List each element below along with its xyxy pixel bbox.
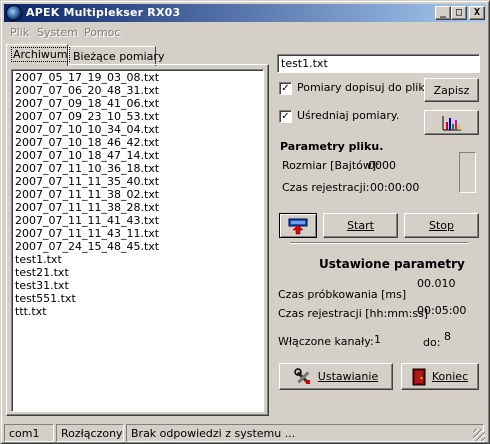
list-item[interactable]: 2007_07_09_18_41_06.txt [15, 97, 263, 110]
divider [290, 242, 468, 244]
list-item[interactable]: 2007_07_09_23_10_53.txt [15, 110, 263, 123]
file-size-label: Rozmiar [Bajtów]: [282, 159, 380, 172]
registration-time-label: Czas rejestracji [hh:mm:ss] [278, 307, 429, 320]
filename-input[interactable]: test1.txt [277, 54, 480, 73]
list-item[interactable]: test31.txt [15, 279, 263, 292]
exit-button-label: Koniec [431, 370, 469, 383]
list-item[interactable]: test21.txt [15, 266, 263, 279]
list-item[interactable]: 2007_07_11_11_43_11.txt [15, 227, 263, 240]
close-button[interactable]: X [469, 6, 485, 20]
archive-panel: 2007_05_17_19_03_08.txt 2007_07_06_20_48_… [6, 64, 269, 416]
menu-plik[interactable]: Plik [10, 26, 29, 39]
load-arrow-icon [288, 218, 308, 234]
list-item[interactable]: 2007_07_11_11_38_02.txt [15, 188, 263, 201]
list-item[interactable]: 2007_07_10_18_46_42.txt [15, 136, 263, 149]
list-item[interactable]: 2007_07_11_11_35_40.txt [15, 175, 263, 188]
minimize-button[interactable]: _ [435, 6, 451, 20]
file-params-heading: Parametry pliku. [280, 140, 384, 153]
tab-biezace-pomiary[interactable]: Bieżące pomiary [68, 46, 164, 66]
settings-heading: Ustawione parametry [319, 257, 465, 271]
list-item[interactable]: 2007_05_17_19_03_08.txt [15, 71, 263, 84]
save-button-label: Zapisz [433, 83, 470, 97]
tab-archiwum-label: Archiwum [11, 47, 70, 62]
file-size-value: 0000 [368, 159, 396, 172]
start-button-label: Start [347, 219, 374, 232]
list-item[interactable]: 2007_07_24_15_48_45.txt [15, 240, 263, 253]
channels-from-value: 1 [374, 333, 381, 346]
list-item[interactable]: 2007_07_11_10_36_18.txt [15, 162, 263, 175]
recording-time-value: 00:00:00 [370, 181, 420, 194]
tab-biezace-pomiary-label: Bieżące pomiary [73, 50, 165, 63]
append-checkbox[interactable]: ✓ [279, 82, 292, 95]
menu-bar: Plik System Pomoc [4, 24, 486, 42]
average-checkbox-label: Uśredniaj pomiary. [297, 109, 400, 122]
list-item[interactable]: 2007_07_06_20_48_31.txt [15, 84, 263, 97]
maximize-button[interactable]: □ [451, 6, 467, 20]
settings-button-label: Ustawianie [317, 370, 379, 383]
progress-indicator [459, 152, 476, 193]
chart-button[interactable] [424, 110, 479, 135]
file-list[interactable]: 2007_05_17_19_03_08.txt 2007_07_06_20_48_… [11, 69, 264, 412]
list-item[interactable]: ttt.txt [15, 305, 263, 318]
main-window: APEK Multiplekser RX03 _ □ X Plik System… [0, 0, 490, 444]
exit-door-icon [412, 368, 426, 385]
channels-to-value: 8 [444, 330, 451, 343]
load-file-button[interactable] [279, 213, 317, 238]
average-checkbox[interactable]: ✓ [279, 110, 292, 123]
status-port: com1 [4, 424, 54, 442]
exit-button[interactable]: Koniec [401, 363, 479, 390]
status-message: Brak odpowiedzi z systemu ... [126, 424, 484, 442]
title-bar[interactable]: APEK Multiplekser RX03 _ □ X [4, 4, 486, 22]
resize-grip[interactable] [473, 429, 485, 441]
start-button[interactable]: Start [323, 213, 398, 238]
menu-system[interactable]: System [37, 26, 78, 39]
list-item[interactable]: 2007_07_11_11_41_43.txt [15, 214, 263, 227]
list-item[interactable]: 2007_07_10_10_34_04.txt [15, 123, 263, 136]
sampling-value: 00.010 [417, 277, 456, 290]
list-item[interactable]: test551.txt [15, 292, 263, 305]
tab-archiwum[interactable]: Archiwum [6, 44, 70, 66]
channels-to-label: do: [423, 336, 441, 349]
list-item[interactable]: 2007_07_10_18_47_14.txt [15, 149, 263, 162]
settings-button[interactable]: Ustawianie [279, 363, 393, 390]
bar-chart-icon [442, 115, 461, 130]
menu-pomoc[interactable]: Pomoc [84, 26, 120, 39]
list-item[interactable]: test1.txt [15, 253, 263, 266]
window-title: APEK Multiplekser RX03 [26, 6, 181, 19]
channels-label: Włączone kanały: [278, 335, 374, 348]
save-button[interactable]: Zapisz [424, 78, 479, 102]
stop-button-label: Stop [428, 219, 454, 232]
append-checkbox-label: Pomiary dopisuj do pliku: [297, 81, 436, 94]
sampling-label: Czas próbkowania [ms] [278, 288, 407, 301]
recording-time-label: Czas rejestracji: [282, 181, 370, 194]
stop-button[interactable]: Stop [404, 213, 479, 238]
status-connection: Rozłączony [56, 424, 124, 442]
list-item[interactable]: 2007_07_11_11_38_28.txt [15, 201, 263, 214]
app-globe-icon[interactable] [6, 5, 22, 21]
status-bar: com1 Rozłączony Brak odpowiedzi z system… [4, 424, 486, 442]
tools-icon [294, 367, 310, 384]
